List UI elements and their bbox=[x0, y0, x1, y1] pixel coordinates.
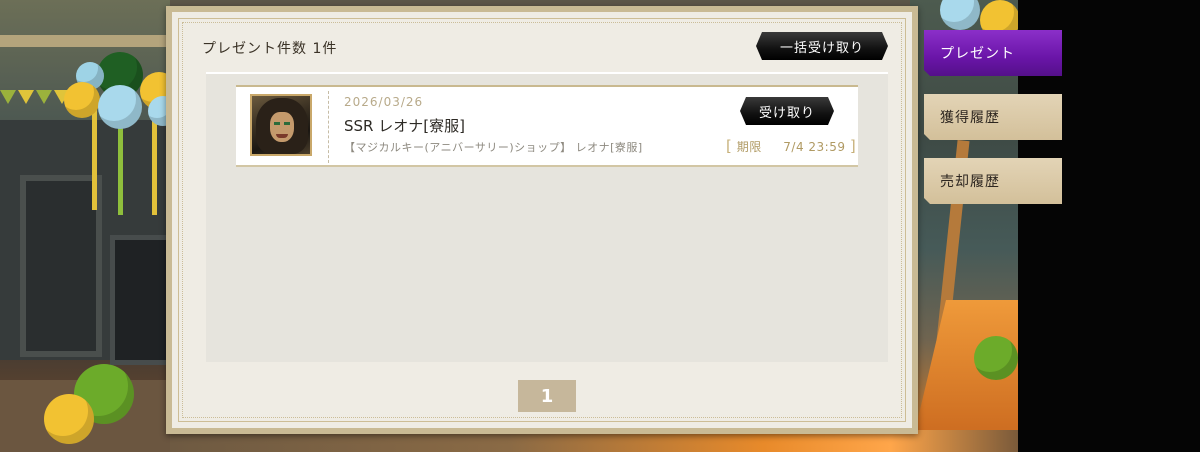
item-name: SSR レオナ[寮服] bbox=[344, 117, 465, 135]
item-date: 2026/03/26 bbox=[344, 95, 424, 109]
deadline-label: 期限 bbox=[736, 140, 762, 154]
card-thumbnail-image bbox=[250, 94, 312, 156]
present-item: 2026/03/26 SSR レオナ[寮服] 【マジカルキー(アニバーサリー)シ… bbox=[236, 85, 858, 167]
item-deadline: [ 期限 7/4 23:59 ] bbox=[726, 137, 857, 155]
item-source: 【マジカルキー(アニバーサリー)ショップ】 レオナ[寮服] bbox=[344, 141, 643, 154]
page-number-button[interactable]: 1 bbox=[518, 380, 576, 412]
tab-sale-history[interactable]: 売却履歴 bbox=[924, 158, 1062, 204]
receive-button[interactable]: 受け取り bbox=[740, 97, 834, 125]
background-left-street bbox=[0, 0, 180, 452]
present-list: 2026/03/26 SSR レオナ[寮服] 【マジカルキー(アニバーサリー)シ… bbox=[206, 72, 888, 362]
background-window bbox=[20, 175, 102, 357]
receive-all-button[interactable]: 一括受け取り bbox=[756, 32, 888, 60]
item-divider bbox=[328, 91, 329, 163]
present-box-panel: プレゼント件数 1件 一括受け取り 2026/03/26 SSR レオナ[寮服]… bbox=[166, 6, 918, 434]
present-count-title: プレゼント件数 1件 bbox=[202, 41, 338, 57]
deadline-value: 7/4 23:59 bbox=[783, 140, 846, 154]
tab-present[interactable]: プレゼント bbox=[924, 30, 1062, 76]
tab-acquisition-history[interactable]: 獲得履歴 bbox=[924, 94, 1062, 140]
